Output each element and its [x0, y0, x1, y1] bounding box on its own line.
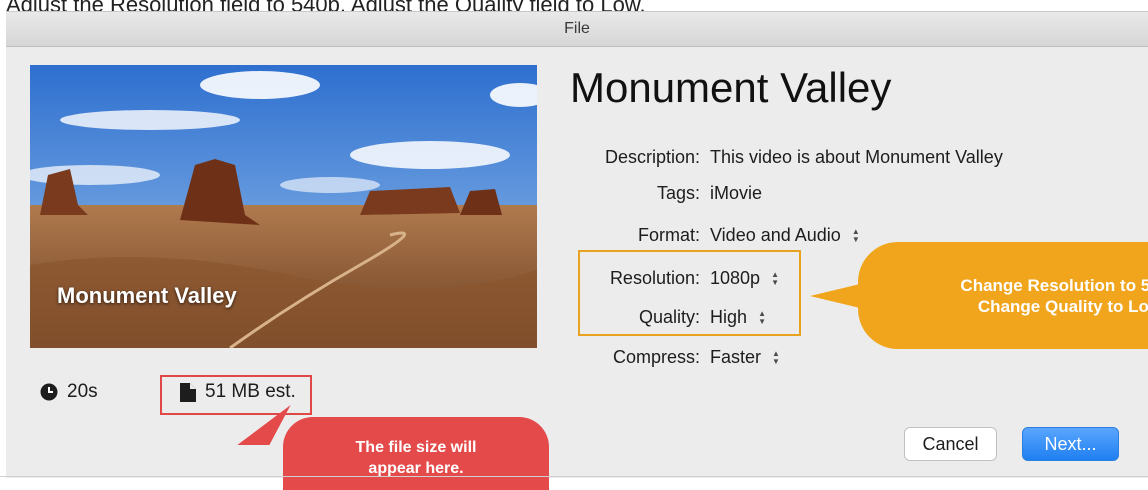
window-title: File: [6, 12, 1148, 47]
compress-value: Faster: [710, 347, 762, 367]
tags-label: Tags:: [656, 183, 700, 203]
stepper-icon: ▲ ▼: [772, 348, 780, 366]
stepper-icon: ▲ ▼: [851, 226, 860, 244]
format-value: Video and Audio: [710, 225, 841, 245]
video-thumbnail: Monument Valley: [30, 65, 537, 348]
duration-meta: 20s: [40, 381, 98, 403]
description-value: This video is about Monument Valley: [710, 147, 1003, 167]
format-select[interactable]: Video and Audio ▲ ▼: [710, 225, 861, 246]
tags-field[interactable]: iMovie: [710, 183, 762, 204]
duration-text: 20s: [67, 381, 98, 402]
format-label: Format:: [637, 225, 700, 245]
thumbnail-caption: Monument Valley: [57, 283, 237, 308]
settings-callout-line1: Change Resolution to 540p: [960, 276, 1148, 295]
file-size-callout-line1: The file size will: [355, 439, 477, 456]
resolution-quality-highlight-box: [578, 250, 801, 336]
divider: [0, 476, 1148, 477]
compress-select[interactable]: Faster ▲ ▼: [710, 347, 781, 368]
orange-callout-pointer: [810, 284, 860, 308]
clock-icon: [40, 383, 58, 401]
settings-callout-line2: Change Quality to Low: [977, 297, 1148, 316]
file-size-callout: The file size will appear here.: [283, 417, 549, 490]
file-size-highlight-box: [160, 375, 312, 415]
description-field[interactable]: This video is about Monument Valley: [710, 147, 1003, 168]
description-label: Description:: [604, 147, 700, 167]
compress-label: Compress:: [612, 347, 700, 367]
next-button[interactable]: Next...: [1022, 427, 1119, 461]
tags-value: iMovie: [710, 183, 763, 203]
cancel-button[interactable]: Cancel: [904, 427, 997, 461]
settings-callout: Change Resolution to 540p Change Quality…: [858, 242, 1148, 349]
project-title: Monument Valley: [570, 64, 892, 111]
